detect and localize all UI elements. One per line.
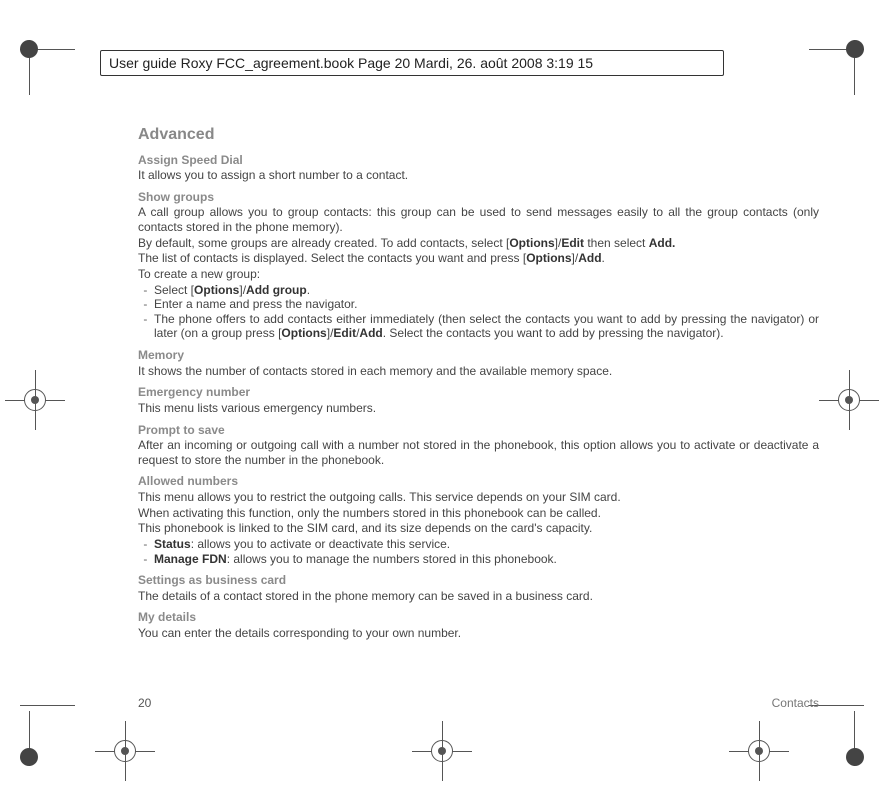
registration-mark (794, 40, 864, 110)
body-text: This phonebook is linked to the SIM card… (138, 521, 819, 536)
bullet-list: Select [Options]/Add group. Enter a name… (138, 283, 819, 342)
body-text: This menu lists various emergency number… (138, 401, 819, 416)
body-text: When activating this function, only the … (138, 506, 819, 521)
section-heading: Show groups (138, 190, 819, 205)
registration-mark (20, 40, 90, 110)
crosshair-mark (412, 721, 472, 781)
section-heading: Allowed numbers (138, 474, 819, 489)
page-footer: 20 Contacts (138, 696, 819, 710)
crosshair-mark (5, 370, 65, 430)
list-item: Select [Options]/Add group. (154, 283, 819, 298)
body-text: It allows you to assign a short number t… (138, 168, 819, 183)
crosshair-mark (819, 370, 879, 430)
body-text: It shows the number of contacts stored i… (138, 364, 819, 379)
crosshair-mark (729, 721, 789, 781)
crosshair-mark (95, 721, 155, 781)
section-heading: Assign Speed Dial (138, 153, 819, 168)
body-text: This menu allows you to restrict the out… (138, 490, 819, 505)
page-number: 20 (138, 696, 151, 710)
list-item: Status: allows you to activate or deacti… (154, 537, 819, 552)
list-item: Enter a name and press the navigator. (154, 297, 819, 312)
body-text: The list of contacts is displayed. Selec… (138, 251, 819, 266)
body-text: By default, some groups are already crea… (138, 236, 819, 251)
body-text: To create a new group: (138, 267, 819, 282)
section-heading: My details (138, 610, 819, 625)
list-item: The phone offers to add contacts either … (154, 312, 819, 341)
section-heading: Memory (138, 348, 819, 363)
body-text: The details of a contact stored in the p… (138, 589, 819, 604)
section-heading: Emergency number (138, 385, 819, 400)
bullet-list: Status: allows you to activate or deacti… (138, 537, 819, 566)
page-scan: User guide Roxy FCC_agreement.book Page … (0, 0, 884, 796)
section-heading: Prompt to save (138, 423, 819, 438)
body-text: After an incoming or outgoing call with … (138, 438, 819, 467)
file-info-text: User guide Roxy FCC_agreement.book Page … (109, 55, 593, 71)
file-info-banner: User guide Roxy FCC_agreement.book Page … (100, 50, 724, 76)
body-text: You can enter the details corresponding … (138, 626, 819, 641)
list-item: Manage FDN: allows you to manage the num… (154, 552, 819, 567)
page-content: Advanced Assign Speed Dial It allows you… (138, 125, 819, 642)
page-title: Advanced (138, 125, 819, 145)
footer-section-name: Contacts (772, 696, 819, 710)
body-text: A call group allows you to group contact… (138, 205, 819, 234)
section-heading: Settings as business card (138, 573, 819, 588)
registration-mark (20, 696, 90, 766)
